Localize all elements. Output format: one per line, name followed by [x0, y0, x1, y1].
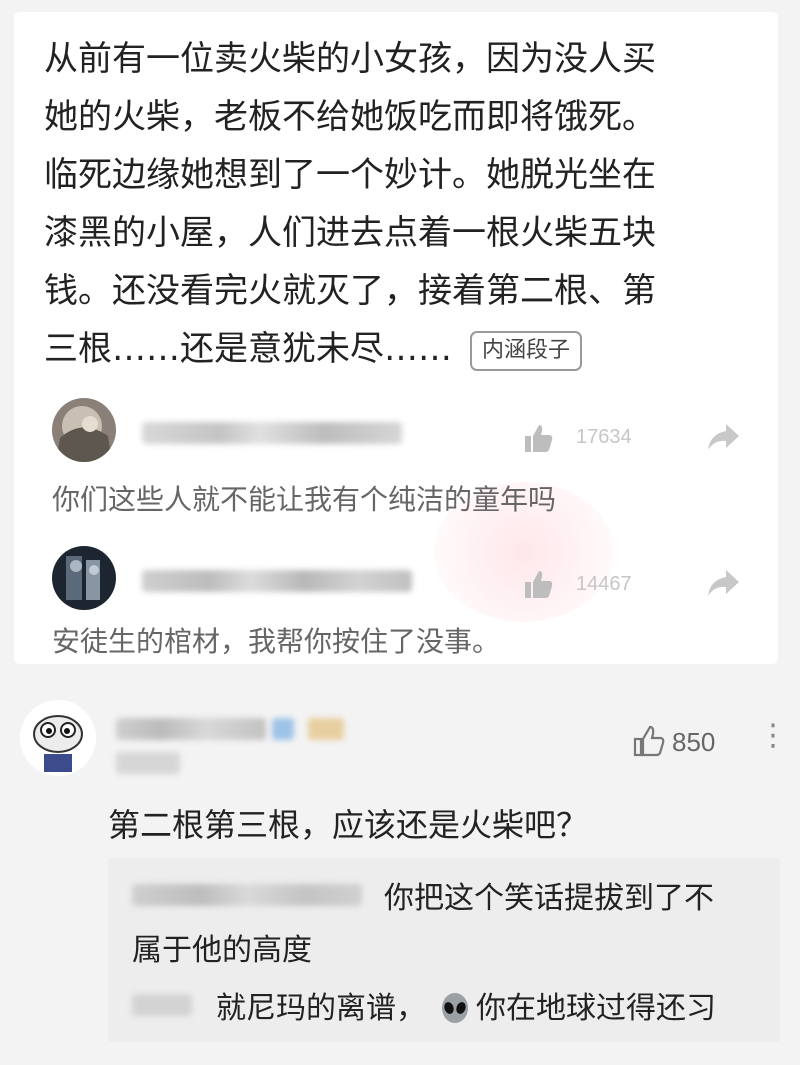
story-line: 三根……还是意犹未尽……	[44, 329, 452, 369]
username-blurred	[142, 570, 412, 592]
sub-reply-text: 你在地球过得还习	[476, 991, 716, 1026]
story-line: 钱。还没看完火就灭了，接着第二根、第	[44, 271, 656, 311]
comment-text: 安徒生的棺材，我帮你按住了没事。	[52, 625, 501, 658]
thumbs-up-icon[interactable]	[522, 568, 554, 600]
sub-reply-text: 你把这个笑话提拔到了不	[384, 881, 714, 916]
story-line: 从前有一位卖火柴的小女孩，因为没人买	[44, 39, 656, 79]
story-line: 临死边缘她想到了一个妙计。她脱光坐在	[44, 155, 656, 195]
comment-text: 你们这些人就不能让我有个纯洁的童年吗	[52, 483, 557, 516]
timestamp-blurred	[116, 752, 180, 774]
badge-blurred	[272, 718, 294, 740]
category-tag[interactable]: 内涵段子	[470, 330, 583, 371]
like-count: 14467	[576, 573, 632, 595]
username-blurred	[132, 884, 362, 906]
post-card: 从前有一位卖火柴的小女孩，因为没人买 她的火柴，老板不给她饭吃而即将饿死。 临死…	[14, 12, 778, 664]
sub-reply-text: 属于他的高度	[132, 933, 312, 968]
story-line: 漆黑的小屋，人们进去点着一根火柴五块	[44, 213, 656, 253]
reply-text: 第二根第三根，应该还是火柴吧？	[108, 806, 589, 844]
share-icon[interactable]	[706, 568, 740, 598]
sub-replies[interactable]: 你把这个笑话提拔到了不 属于他的高度 就尼玛的离谱， 你在地球过得还习	[108, 858, 780, 1042]
sub-reply-text: 就尼玛的离谱，	[216, 991, 426, 1026]
like-count: 17634	[576, 426, 632, 448]
username-blurred	[116, 718, 266, 740]
screenshot: 从前有一位卖火柴的小女孩，因为没人买 她的火柴，老板不给她饭吃而即将饿死。 临死…	[0, 0, 800, 1065]
story-text: 从前有一位卖火柴的小女孩，因为没人买 她的火柴，老板不给她饭吃而即将饿死。 临死…	[44, 30, 764, 378]
share-icon[interactable]	[706, 422, 740, 452]
avatar[interactable]	[52, 398, 116, 462]
story-line: 她的火柴，老板不给她饭吃而即将饿死。	[44, 97, 656, 137]
alien-emoji-icon	[438, 992, 472, 1026]
story-line-last: 三根……还是意犹未尽…… 内涵段子	[44, 320, 764, 378]
username-blurred	[132, 994, 192, 1016]
avatar[interactable]	[20, 700, 96, 776]
more-icon[interactable]: ⋮	[758, 718, 788, 753]
thumbs-up-icon[interactable]	[522, 422, 554, 454]
avatar[interactable]	[52, 546, 116, 610]
like-count: 850	[672, 727, 716, 757]
username-blurred	[142, 422, 402, 444]
thumbs-up-icon[interactable]	[632, 724, 666, 758]
badge-blurred	[308, 718, 344, 740]
